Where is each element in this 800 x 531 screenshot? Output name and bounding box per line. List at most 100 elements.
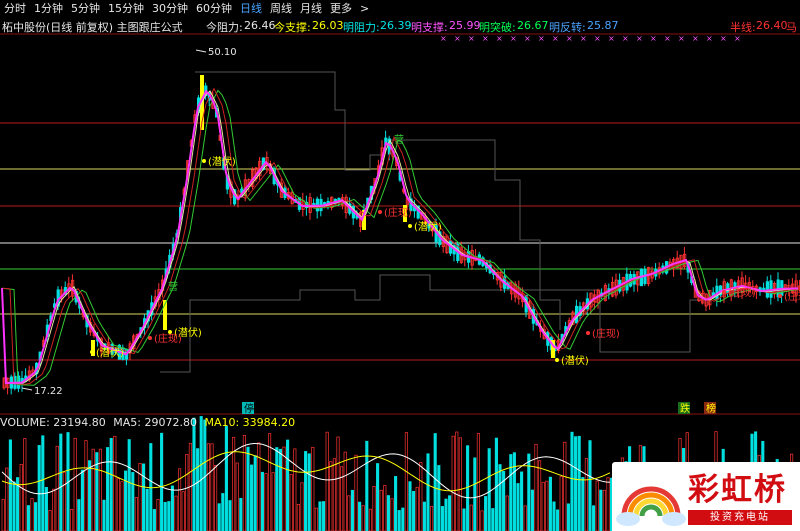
volume-bar: [106, 447, 110, 531]
volume-bar: [304, 451, 308, 531]
signal-marker: ×: [524, 34, 531, 43]
volume-bar: [458, 437, 462, 531]
volume-bar: [253, 455, 257, 531]
volume-bar: [210, 443, 214, 531]
period-tab-3[interactable]: 15分钟: [104, 0, 148, 16]
volume-bar: [606, 477, 610, 531]
volume-bar: [480, 510, 484, 531]
volume-bar: [577, 435, 581, 531]
period-tab-0[interactable]: 分时: [0, 0, 30, 16]
dealer-label-4: (庄现): [784, 290, 800, 303]
volume-bar: [444, 498, 448, 531]
volume-bar: [520, 471, 524, 531]
volume-bar: [62, 471, 66, 531]
volume-bar: [390, 498, 394, 531]
signal-marker: ×: [734, 34, 741, 43]
tomorrow-support-value: 25.99: [449, 19, 481, 32]
tomorrow-break-label: 明突破:: [479, 21, 516, 34]
volume-bar: [314, 507, 318, 531]
signal-marker: ×: [720, 34, 727, 43]
volume-bar: [494, 437, 498, 531]
volume-bar: [440, 506, 444, 531]
volume-bar: [127, 439, 131, 531]
volume-bar: [235, 462, 239, 531]
volume-bar: [293, 448, 297, 531]
volume-bar: [350, 489, 354, 531]
volume-bar: [167, 501, 171, 531]
signal-marker: ×: [636, 34, 643, 43]
period-tab-9[interactable]: 更多: [326, 0, 356, 16]
volume-bar: [113, 435, 117, 531]
rainbow-icon: [616, 486, 686, 526]
volume-bar: [174, 495, 178, 531]
lurk-dot: [90, 350, 94, 354]
today-resist-label: 今阻力:: [206, 21, 243, 34]
period-tab-2[interactable]: 5分钟: [67, 0, 104, 16]
volume-bar: [574, 436, 578, 531]
volume-value: VOLUME: 23194.80: [0, 416, 106, 429]
period-tab-4[interactable]: 30分钟: [148, 0, 192, 16]
volume-bar: [361, 505, 365, 531]
period-tab-1[interactable]: 1分钟: [30, 0, 67, 16]
dealer-label-1: (庄现): [384, 206, 412, 219]
half-line-value: 26.40: [756, 19, 788, 32]
volume-bar: [426, 453, 430, 531]
volume-bar: [329, 461, 333, 531]
dealer-label-0: (庄现): [154, 332, 182, 345]
volume-bar: [595, 480, 599, 531]
volume-bar: [98, 448, 102, 531]
signal-marker: ×: [706, 34, 713, 43]
tomorrow-resist-value: 26.39: [380, 19, 412, 32]
volume-bar: [498, 464, 502, 531]
half-line-label: 半线:: [730, 21, 756, 34]
volume-bar: [12, 481, 16, 531]
volume-bar: [250, 464, 254, 531]
signal-marker: ×: [552, 34, 559, 43]
volume-bar: [131, 472, 135, 531]
volume-bar: [307, 453, 311, 531]
volume-bar: [260, 471, 264, 531]
volume-bar: [26, 505, 30, 531]
watermark-logo: 彩虹桥 投资充电站: [612, 462, 800, 531]
low-price-label: 17.22: [34, 386, 63, 397]
signal-marker: ×: [580, 34, 587, 43]
logo-subtitle: 投资充电站: [688, 510, 792, 525]
signal-marker: ×: [566, 34, 573, 43]
volume-bar: [91, 448, 95, 531]
volume-bar: [437, 465, 441, 531]
volume-bar: [545, 480, 549, 531]
volume-bar: [541, 481, 545, 531]
lurk-dot: [555, 358, 559, 362]
volume-bar: [88, 460, 92, 531]
volume-bar: [322, 501, 326, 531]
stock-chart[interactable]: 50.1017.22(潜伏)(潜伏)(潜伏)(潜伏)(潜伏)(庄现)(庄现)(庄…: [0, 0, 800, 531]
volume-bar: [365, 440, 369, 531]
volume-bar: [523, 505, 527, 531]
volume-bar: [160, 432, 164, 531]
lurk-label-0: (潜伏): [96, 346, 124, 359]
volume-ma10: MA10: 33984.20: [204, 416, 296, 429]
period-tab-6[interactable]: 日线: [236, 0, 266, 16]
volume-bar: [566, 503, 570, 531]
volume-bar: [134, 497, 138, 531]
dealer-label-3: (庄现): [728, 286, 756, 299]
period-tab-8[interactable]: 月线: [296, 0, 326, 16]
period-tab-5[interactable]: 60分钟: [192, 0, 236, 16]
volume-bar: [354, 454, 358, 531]
signal-marker: ×: [608, 34, 615, 43]
period-tab-7[interactable]: 周线: [266, 0, 296, 16]
tomorrow-reverse-label: 明反转:: [549, 21, 586, 34]
volume-bar: [242, 434, 246, 531]
volume-bar: [120, 481, 124, 531]
volume-bar: [383, 485, 387, 531]
more-arrow-icon[interactable]: >: [356, 2, 373, 15]
volume-bar: [509, 454, 513, 531]
signal-marker: ×: [510, 34, 517, 43]
volume-bar: [491, 508, 495, 531]
indicator-info-bar: 柘中股份(日线 前复权) 主图跟庄公式 今阻力: 26.46 今支撑: 26.0…: [0, 17, 800, 34]
volume-bar: [73, 437, 77, 531]
camp-label-2: 营: [394, 133, 404, 146]
volume-bar: [268, 433, 272, 531]
volume-bar: [30, 498, 34, 531]
signal-marker: ×: [594, 34, 601, 43]
